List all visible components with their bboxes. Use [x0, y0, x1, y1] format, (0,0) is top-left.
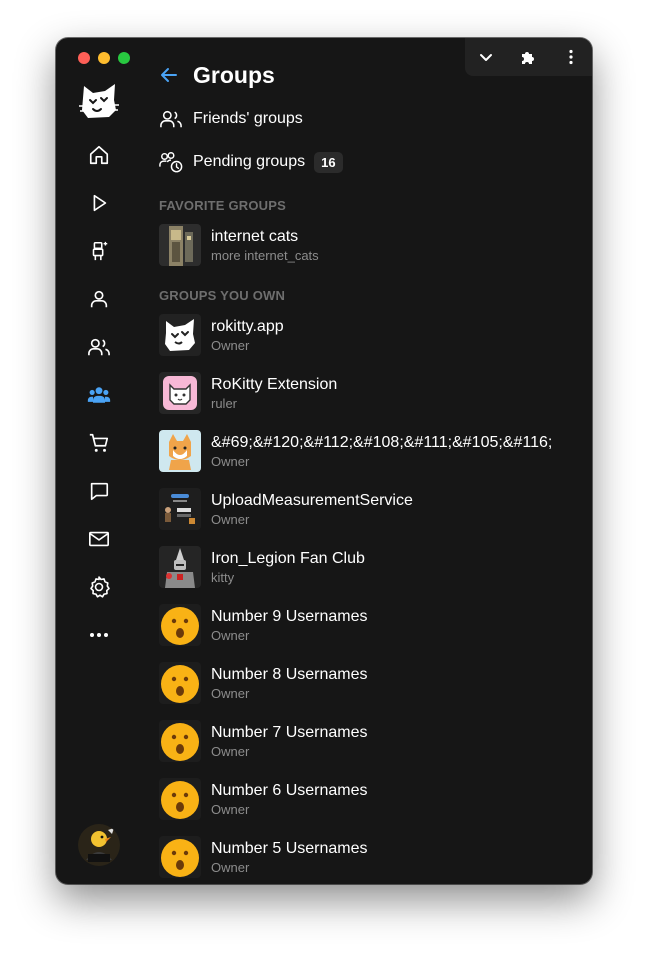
- home-icon[interactable]: [87, 143, 111, 167]
- rokitty-extension-icon: [159, 372, 201, 414]
- more-icon[interactable]: [87, 623, 111, 647]
- group-row[interactable]: internet cats more internet_cats: [159, 224, 319, 266]
- group-row[interactable]: Number 9 Usernames Owner: [159, 604, 368, 646]
- group-icon-internet-cats: [159, 224, 201, 266]
- play-icon[interactable]: [87, 191, 111, 215]
- group-row[interactable]: RoKitty Extension ruler: [159, 372, 337, 414]
- group-row[interactable]: Number 5 Usernames Owner: [159, 836, 368, 878]
- app-window: Groups Friends' groups Pending groups 16…: [56, 38, 592, 884]
- group-role: more internet_cats: [211, 247, 319, 263]
- page-title: Groups: [193, 61, 275, 88]
- groups-page: Groups Friends' groups Pending groups 16…: [159, 38, 592, 884]
- group-row[interactable]: rokitty.app Owner: [159, 314, 284, 356]
- surprised-emoji-icon: [159, 778, 201, 820]
- groups-you-own-header: GROUPS YOU OWN: [159, 288, 286, 303]
- group-name: Number 6 Usernames: [211, 781, 368, 799]
- group-row[interactable]: Number 8 Usernames Owner: [159, 662, 368, 704]
- mail-icon[interactable]: [87, 527, 111, 551]
- group-name: Iron_Legion Fan Club: [211, 549, 365, 567]
- group-name: Number 9 Usernames: [211, 607, 368, 625]
- friends-groups-label: Friends' groups: [193, 110, 303, 127]
- group-name: RoKitty Extension: [211, 375, 338, 393]
- friends-icon[interactable]: [87, 335, 111, 359]
- back-arrow-icon[interactable]: [159, 64, 181, 86]
- settings-icon[interactable]: [87, 575, 111, 599]
- group-name: Number 7 Usernames: [211, 723, 368, 741]
- group-name: UploadMeasurementService: [211, 491, 413, 509]
- pending-users-icon: [159, 150, 183, 174]
- group-name: rokitty.app: [211, 317, 284, 335]
- chat-icon[interactable]: [87, 479, 111, 503]
- group-role: kitty: [211, 569, 235, 585]
- group-name: Number 8 Usernames: [211, 665, 368, 683]
- friends-icon: [159, 107, 183, 131]
- robot-knight-icon: [159, 546, 201, 588]
- group-row[interactable]: UploadMeasurementService Owner: [159, 488, 413, 530]
- group-role: Owner: [211, 337, 250, 353]
- friends-groups-link[interactable]: Friends' groups: [159, 107, 303, 131]
- surprised-emoji-icon: [159, 662, 201, 704]
- sidebar: [56, 38, 142, 884]
- groups-icon[interactable]: [87, 383, 111, 407]
- page-header: Groups: [159, 60, 275, 90]
- pending-count-badge: 16: [314, 151, 343, 173]
- group-role: Owner: [211, 859, 250, 875]
- group-row[interactable]: &#69;&#120;&#112;&#108;&#111;&#105;&#116…: [159, 430, 552, 472]
- group-row[interactable]: Number 7 Usernames Owner: [159, 720, 368, 762]
- favorite-groups-header: FAVORITE GROUPS: [159, 198, 286, 213]
- avatar-editor-icon[interactable]: [87, 239, 111, 263]
- user-avatar[interactable]: [78, 824, 120, 866]
- profile-icon[interactable]: [87, 287, 111, 311]
- group-role: Owner: [211, 453, 250, 469]
- upload-service-icon: [159, 488, 201, 530]
- cart-icon[interactable]: [87, 431, 111, 455]
- pending-groups-label: Pending groups: [193, 153, 306, 170]
- shiba-dog-icon: [159, 430, 201, 472]
- group-role: ruler: [211, 395, 238, 411]
- group-role: Owner: [211, 743, 250, 759]
- pending-groups-link[interactable]: Pending groups 16: [159, 150, 343, 174]
- group-name: internet cats: [211, 227, 299, 245]
- app-logo-icon[interactable]: [78, 80, 120, 122]
- group-role: Owner: [211, 511, 250, 527]
- group-name: Number 5 Usernames: [211, 839, 368, 857]
- surprised-emoji-icon: [159, 836, 201, 878]
- group-row[interactable]: Number 6 Usernames Owner: [159, 778, 368, 820]
- surprised-emoji-icon: [159, 720, 201, 762]
- group-role: Owner: [211, 685, 250, 701]
- group-name: &#69;&#120;&#112;&#108;&#111;&#105;&#116…: [211, 433, 553, 451]
- group-row[interactable]: Iron_Legion Fan Club kitty: [159, 546, 365, 588]
- group-role: Owner: [211, 627, 250, 643]
- rokitty-logo-icon: [159, 314, 201, 356]
- surprised-emoji-icon: [159, 604, 201, 646]
- group-role: Owner: [211, 801, 250, 817]
